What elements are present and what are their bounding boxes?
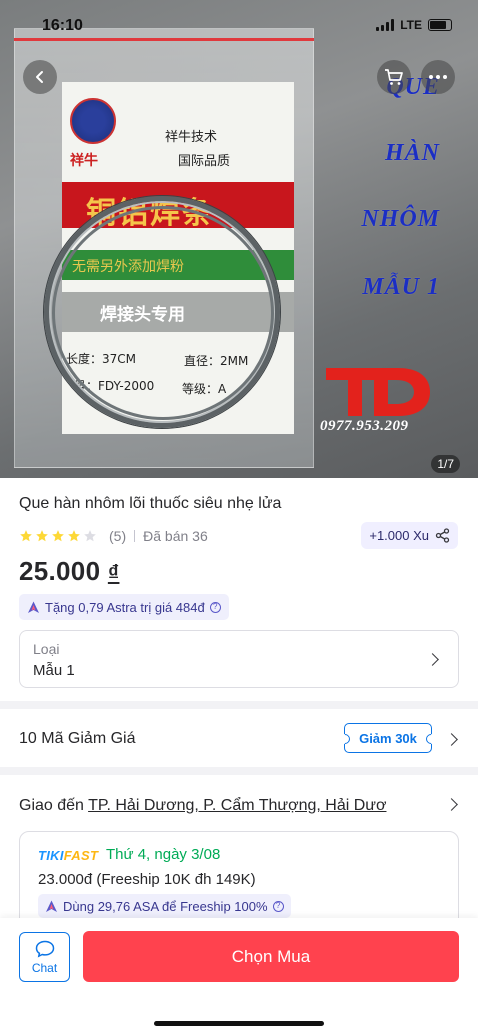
- promo-text-line: MẪU 1: [362, 274, 440, 300]
- network-type: LTE: [400, 18, 422, 32]
- delivery-date: Thứ 4, ngày 3/08: [106, 846, 221, 863]
- cart-button[interactable]: [377, 60, 411, 94]
- review-count: (5): [109, 528, 127, 544]
- signal-icon: [376, 19, 395, 31]
- astra-gift-text: Tặng 0,79 Astra trị giá 484đ: [45, 599, 205, 615]
- delivery-address[interactable]: TP. Hải Dương, P. Cẩm Thượng, Hải Dươ: [88, 797, 386, 814]
- package-tagline: 国际品质: [178, 154, 231, 169]
- promo-text-line: NHÔM: [361, 206, 440, 232]
- sold-count: Đã bán 36: [143, 528, 208, 544]
- coupon-label[interactable]: 10 Mã Giảm Giá: [19, 730, 135, 748]
- product-title: Que hàn nhôm lõi thuốc siêu nhẹ lửa: [19, 495, 282, 512]
- star-icon: [84, 530, 96, 542]
- status-indicators: LTE: [376, 18, 452, 32]
- chat-label: Chat: [31, 960, 58, 975]
- asa-freeship-badge[interactable]: Dùng 29,76 ASA để Freeship 100% ?: [38, 894, 291, 918]
- star-icon: [20, 530, 32, 542]
- chevron-right-icon: [426, 653, 439, 666]
- delivery-address-row[interactable]: Giao đến TP. Hải Dương, P. Cẩm Thượng, H…: [19, 797, 434, 815]
- share-icon[interactable]: [435, 528, 450, 543]
- chevron-right-icon[interactable]: [445, 733, 458, 746]
- package-tagline: 祥牛技术: [165, 130, 218, 145]
- rating-stars: [19, 529, 97, 543]
- promo-text-line: HÀN: [384, 140, 440, 166]
- astra-gift-badge[interactable]: Tặng 0,79 Astra trị giá 484đ ?: [19, 594, 229, 620]
- rating-row[interactable]: (5) Đã bán 36: [19, 527, 208, 545]
- info-icon[interactable]: ?: [209, 601, 221, 613]
- coupon-tag[interactable]: Giảm 30k: [344, 723, 432, 753]
- cart-icon: [385, 69, 403, 85]
- shop-phone: 0977.953.209: [320, 418, 409, 434]
- product-price: 25.000 ₫: [19, 556, 119, 587]
- asa-freeship-text: Dùng 29,76 ASA để Freeship 100%: [63, 898, 268, 914]
- coupon-tag-text: Giảm 30k: [359, 730, 417, 746]
- shipping-fee: 23.000đ (Freeship 10K đh 149K): [38, 871, 256, 888]
- divider: [134, 530, 136, 542]
- price-value: 25.000: [19, 556, 101, 586]
- variant-selector[interactable]: Loại Mẫu 1: [19, 630, 459, 688]
- variant-label: Loại: [33, 641, 60, 657]
- chevron-right-icon[interactable]: [445, 798, 458, 811]
- astra-icon: [46, 900, 57, 912]
- star-icon: [68, 530, 80, 542]
- xu-reward-text: +1.000 Xu: [369, 528, 429, 543]
- section-divider: [0, 767, 478, 775]
- star-icon: [52, 530, 64, 542]
- more-button[interactable]: [421, 60, 455, 94]
- brand-logo: [70, 98, 116, 144]
- wire-coil-inner: [52, 206, 274, 420]
- buy-label: Chọn Mua: [231, 946, 311, 966]
- chat-icon: [35, 940, 54, 958]
- chat-button[interactable]: Chat: [19, 932, 70, 982]
- variant-value: Mẫu 1: [33, 662, 75, 679]
- bag-zipper: [14, 38, 314, 41]
- tikifast-logo: TIKIFAST: [38, 848, 99, 863]
- more-icon: [429, 75, 447, 79]
- price-currency: ₫: [107, 560, 120, 585]
- td-logo: [326, 368, 430, 416]
- section-divider: [0, 701, 478, 709]
- star-icon: [36, 530, 48, 542]
- bottom-action-bar: Chat Chọn Mua: [0, 918, 478, 1034]
- brand-text: 祥牛: [70, 153, 98, 169]
- info-icon[interactable]: ?: [272, 900, 284, 912]
- home-indicator: [154, 1021, 324, 1026]
- back-button[interactable]: [23, 60, 57, 94]
- delivery-prefix: Giao đến: [19, 797, 89, 814]
- astra-icon: [28, 601, 39, 613]
- status-time: 16:10: [42, 17, 83, 34]
- buy-button[interactable]: Chọn Mua: [83, 931, 459, 982]
- xu-reward-badge[interactable]: +1.000 Xu: [361, 522, 458, 549]
- image-counter: 1/7: [431, 455, 460, 473]
- battery-icon: [428, 19, 452, 31]
- shipping-card: TIKIFAST Thứ 4, ngày 3/08 23.000đ (Frees…: [19, 831, 459, 931]
- back-icon: [36, 71, 43, 83]
